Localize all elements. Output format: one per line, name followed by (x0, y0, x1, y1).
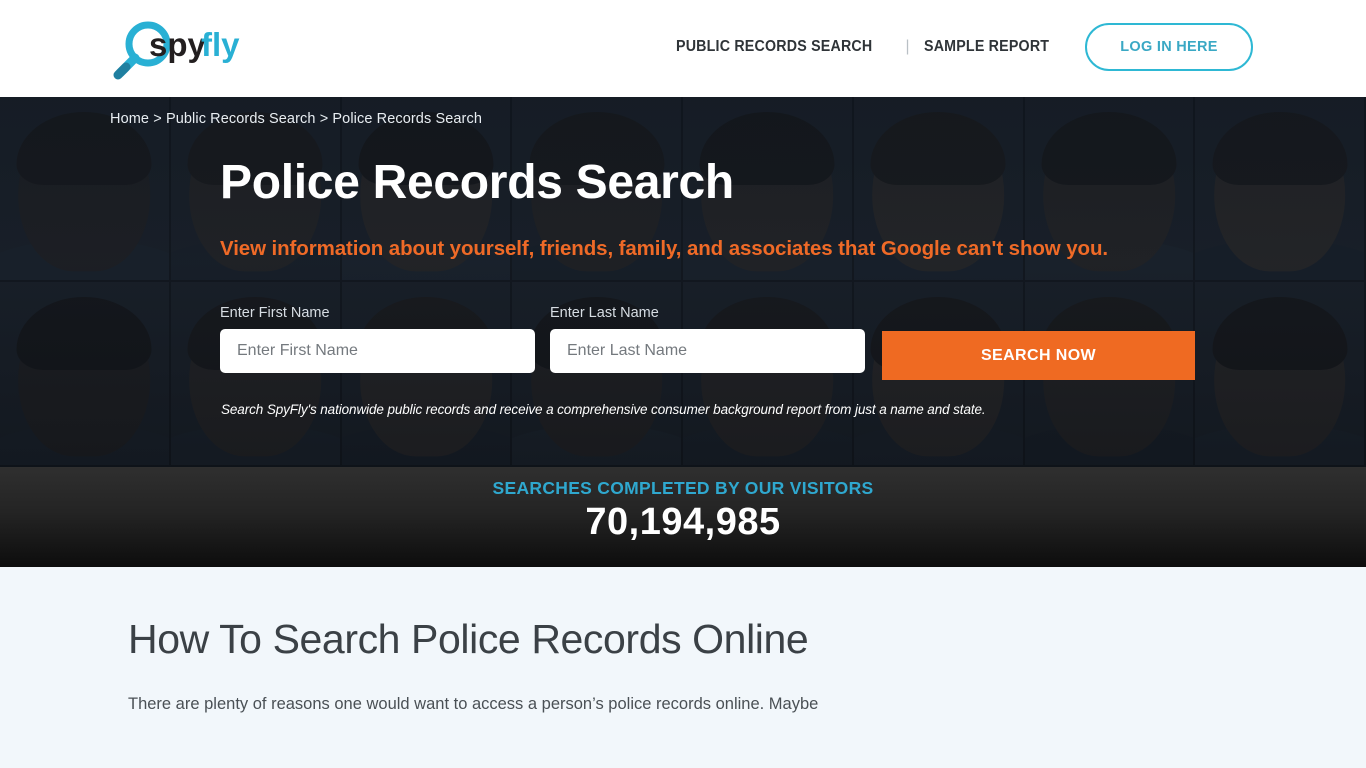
breadcrumb-separator: > (153, 111, 162, 127)
nav-separator: | (905, 38, 910, 55)
search-disclaimer: Search SpyFly's nationwide public record… (221, 402, 986, 417)
counter-label: SEARCHES COMPLETED BY OUR VISITORS (492, 478, 874, 498)
nav-item-public-records-search[interactable]: PUBLIC RECORDS SEARCH (676, 38, 872, 56)
breadcrumb-current: Police Records Search (332, 111, 482, 127)
last-name-input[interactable] (550, 329, 865, 373)
article-heading: How To Search Police Records Online (128, 616, 809, 662)
nav-item-sample-report[interactable]: SAMPLE REPORT (924, 38, 1049, 56)
page-title: Police Records Search (220, 156, 734, 209)
spyfly-logo[interactable]: spy fly (110, 18, 255, 80)
first-name-label: Enter First Name (220, 305, 330, 321)
search-counter-band: SEARCHES COMPLETED BY OUR VISITORS 70,19… (0, 467, 1366, 567)
first-name-input[interactable] (220, 329, 535, 373)
content-section: How To Search Police Records Online Ther… (0, 567, 1366, 768)
svg-text:spy: spy (149, 26, 207, 63)
article-paragraph: There are plenty of reasons one would wa… (128, 695, 819, 714)
search-now-button[interactable]: SEARCH NOW (882, 331, 1195, 380)
hero-subtitle: View information about yourself, friends… (220, 237, 1108, 260)
hero-section: Home > Public Records Search > Police Re… (0, 97, 1366, 467)
breadcrumb-separator: > (319, 111, 329, 127)
breadcrumb: Home > Public Records Search > Police Re… (110, 111, 482, 127)
main-nav: PUBLIC RECORDS SEARCH | SAMPLE REPORT (676, 38, 1060, 56)
site-header: spy fly PUBLIC RECORDS SEARCH | SAMPLE R… (0, 0, 1366, 97)
breadcrumb-home[interactable]: Home (110, 111, 149, 127)
last-name-label: Enter Last Name (550, 305, 659, 321)
spyfly-logo-icon: spy fly (113, 21, 240, 80)
breadcrumb-public-records-search[interactable]: Public Records Search (166, 111, 316, 127)
log-in-button[interactable]: LOG IN HERE (1085, 23, 1253, 71)
svg-text:fly: fly (201, 26, 240, 63)
last-name-field-group: Enter Last Name (550, 305, 865, 373)
counter-value: 70,194,985 (585, 501, 781, 543)
article: How To Search Police Records Online Ther… (128, 612, 848, 718)
first-name-field-group: Enter First Name (220, 305, 535, 373)
